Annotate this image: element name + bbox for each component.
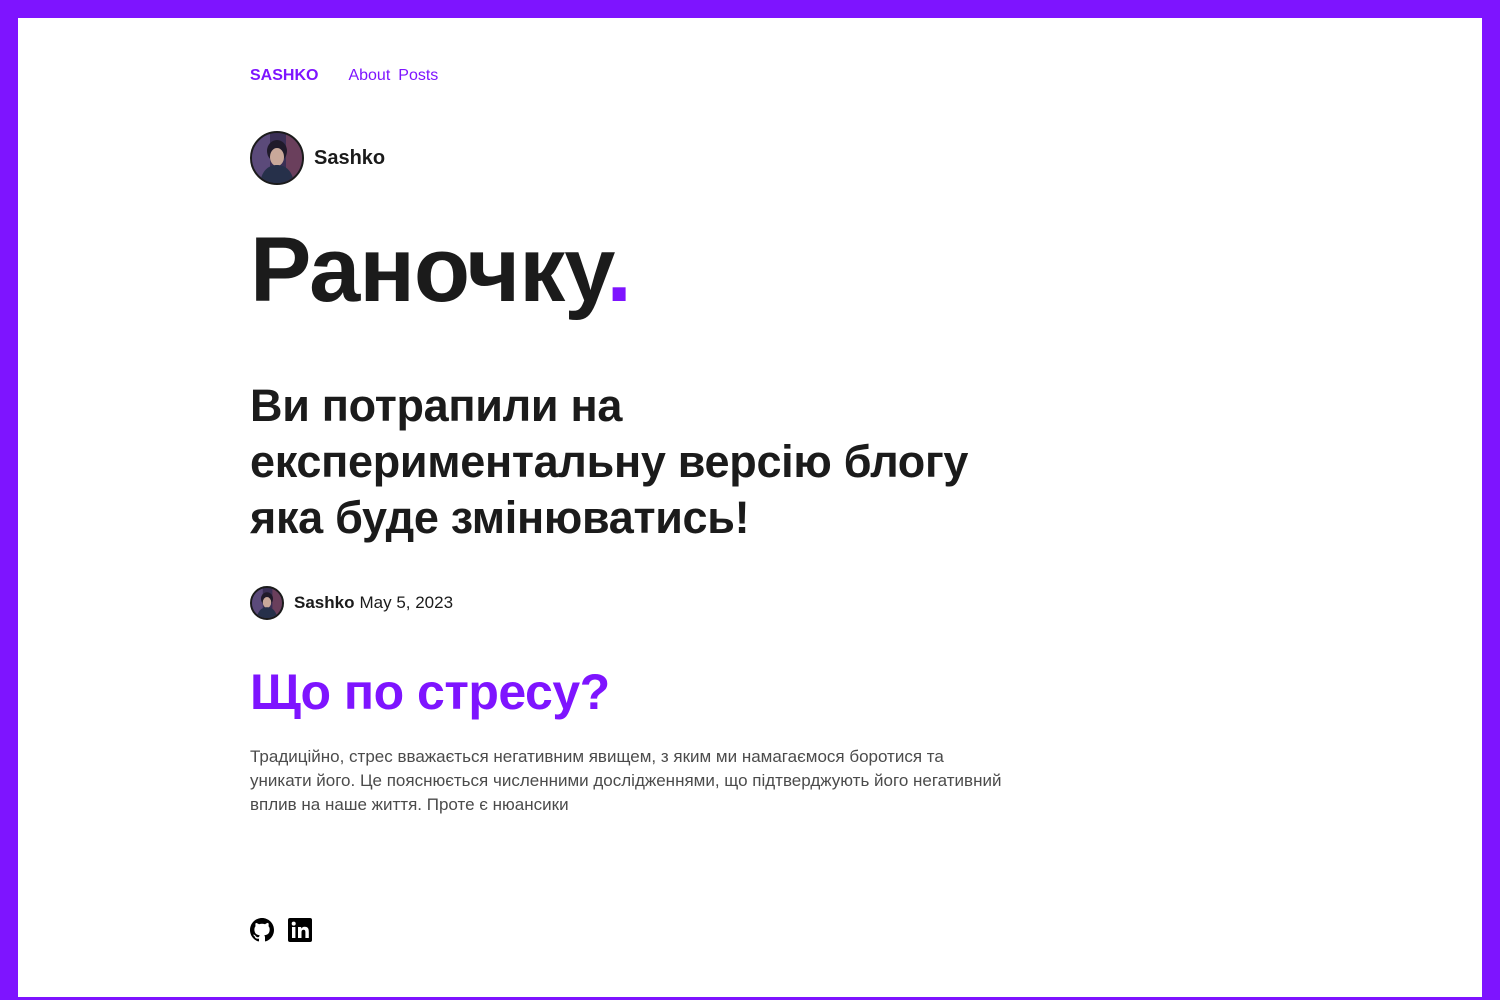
post-meta: Sashko May 5, 2023	[250, 586, 453, 620]
nav-link-about[interactable]: About	[348, 67, 390, 85]
post-author-avatar	[250, 586, 284, 620]
brand-link[interactable]: SASHKO	[250, 67, 318, 85]
page-frame: SASHKO About Posts Sashko Раночку. Ви по…	[18, 18, 1482, 997]
github-link[interactable]	[250, 918, 274, 942]
social-links	[250, 918, 326, 942]
nav-link-posts[interactable]: Posts	[398, 67, 438, 85]
post-author-name: Sashko	[294, 593, 355, 612]
hero-title-text: Раночку	[250, 219, 607, 321]
linkedin-icon	[288, 918, 312, 946]
top-nav: SASHKO About Posts	[250, 67, 446, 85]
post-title-link[interactable]: Що по стресу?	[250, 663, 610, 721]
main-container: SASHKO About Posts Sashko Раночку. Ви по…	[250, 18, 1010, 997]
intro-text: Ви потрапили на експериментальну версію …	[250, 380, 969, 543]
post-date: May 5, 2023	[359, 593, 454, 612]
github-icon	[250, 918, 274, 946]
author-avatar	[250, 131, 304, 185]
post-excerpt: Традиційно, стрес вважається негативним …	[250, 747, 1002, 814]
hero-title: Раночку.	[250, 218, 632, 324]
hero-title-dot: .	[606, 219, 632, 321]
author-name: Sashko	[314, 146, 386, 169]
linkedin-link[interactable]	[288, 918, 312, 942]
author-header: Sashko	[250, 131, 385, 185]
